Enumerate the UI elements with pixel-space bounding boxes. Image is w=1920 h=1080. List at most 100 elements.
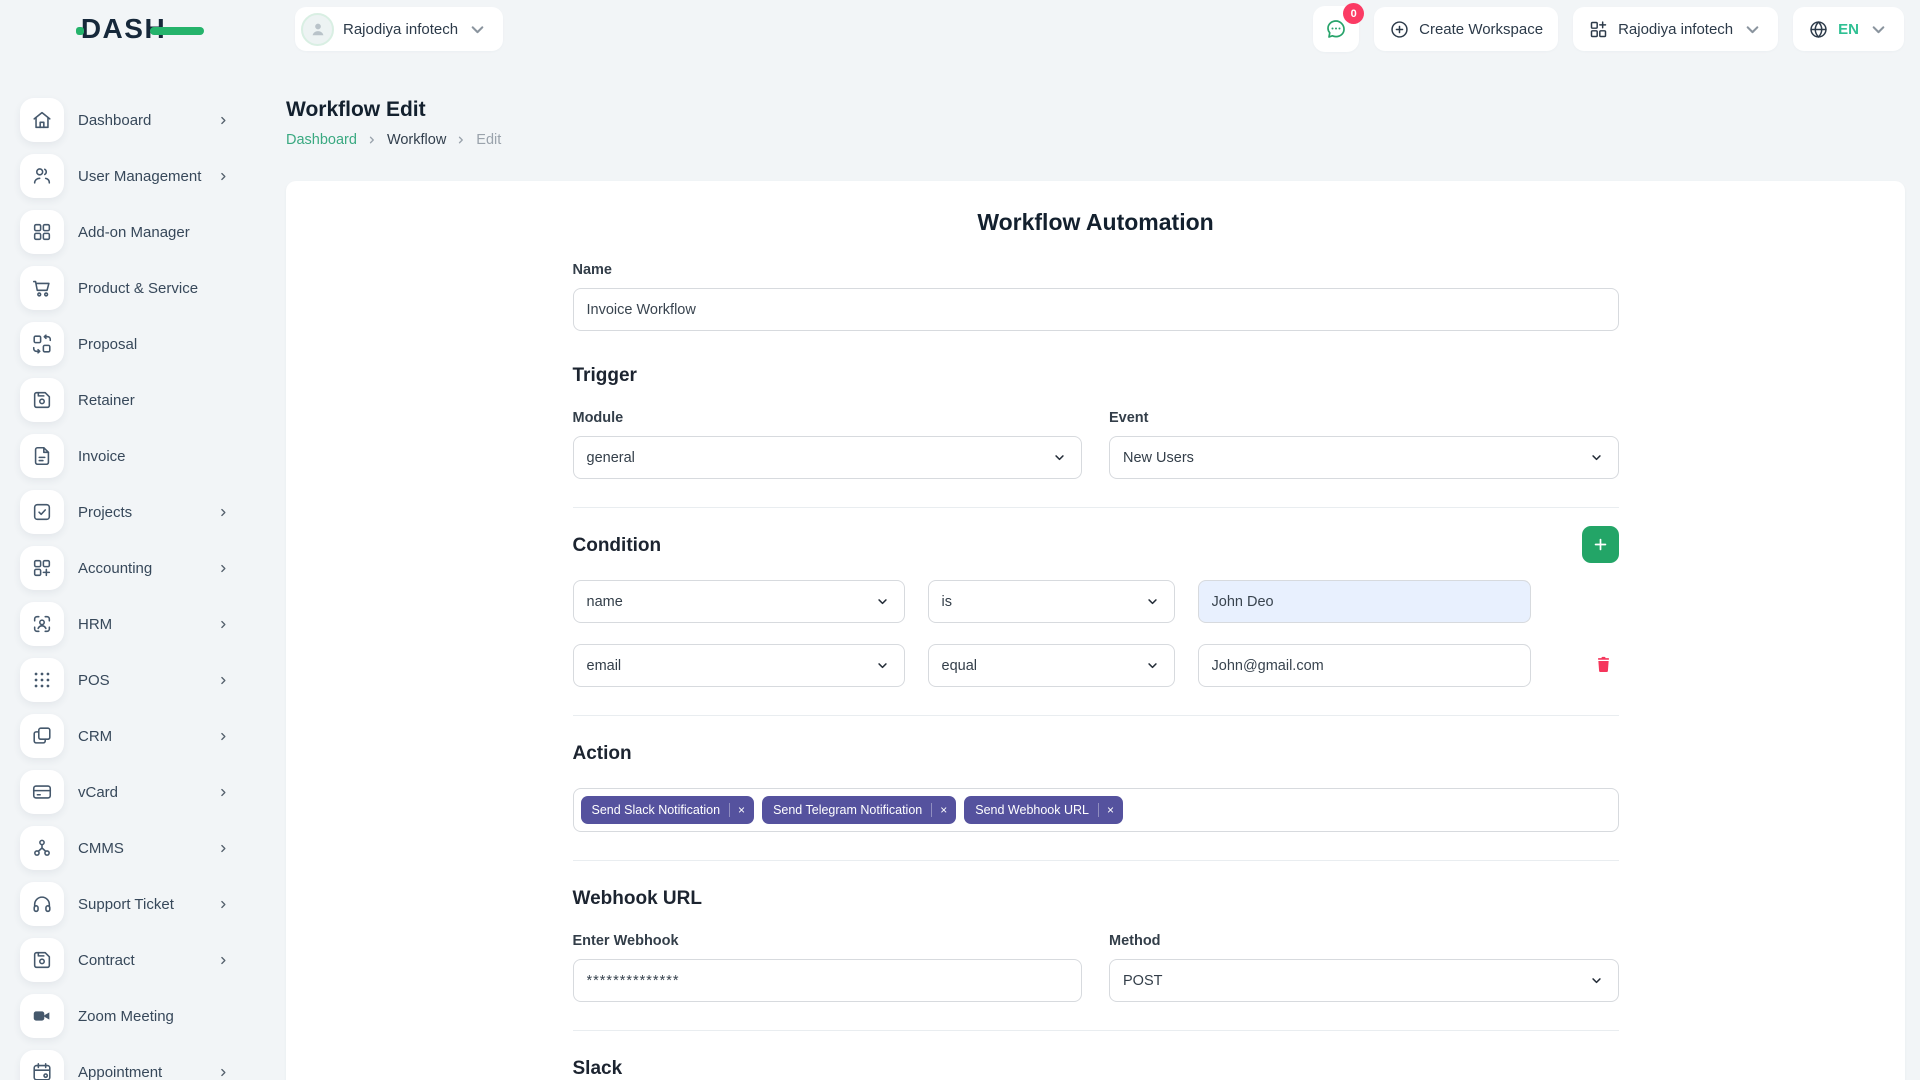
sidebar-item-support-ticket[interactable]: Support Ticket <box>20 882 230 926</box>
section-divider <box>573 860 1619 861</box>
condition-operator-select[interactable]: equal <box>928 644 1175 687</box>
method-label: Method <box>1109 933 1619 949</box>
chevron-down-icon <box>1052 450 1067 465</box>
condition-row: nameis <box>573 580 1619 623</box>
sidebar-item-label: Invoice <box>78 448 230 465</box>
layers-icon <box>31 725 53 747</box>
logo-dot <box>76 27 84 35</box>
sidebar-item-add-on-manager[interactable]: Add-on Manager <box>20 210 230 254</box>
trash-icon <box>1594 655 1613 674</box>
sidebar-item-appointment[interactable]: Appointment <box>20 1050 230 1080</box>
sidebar-item-crm[interactable]: CRM <box>20 714 230 758</box>
logo-dash-bar <box>150 27 204 35</box>
chevron-right-icon <box>217 170 230 183</box>
webhook-heading: Webhook URL <box>573 888 1619 910</box>
webhook-input[interactable] <box>573 959 1083 1002</box>
condition-operator-select[interactable]: is <box>928 580 1175 623</box>
condition-value-input[interactable] <box>1198 580 1531 623</box>
chevron-down-icon <box>1742 19 1763 40</box>
sidebar-icon-tile <box>20 658 64 702</box>
event-select-value: New Users <box>1123 450 1194 466</box>
condition-field-select[interactable]: name <box>573 580 905 623</box>
name-input[interactable] <box>573 288 1619 331</box>
sidebar-item-proposal[interactable]: Proposal <box>20 322 230 366</box>
slack-heading: Slack <box>573 1058 1619 1080</box>
workflow-card: Workflow Automation Name Trigger Module … <box>286 181 1905 1080</box>
module-select[interactable]: general <box>573 436 1083 479</box>
sidebar-item-label: Contract <box>78 952 203 969</box>
sidebar-item-invoice[interactable]: Invoice <box>20 434 230 478</box>
sidebar-icon-tile <box>20 266 64 310</box>
sidebar-item-label: POS <box>78 672 203 689</box>
language-selector[interactable]: EN <box>1793 7 1904 51</box>
sidebar-icon-tile <box>20 210 64 254</box>
sidebar-icon-tile <box>20 322 64 366</box>
method-select[interactable]: POST <box>1109 959 1619 1002</box>
company-menu-label: Rajodiya infotech <box>1618 21 1733 38</box>
chat-icon <box>1324 17 1348 41</box>
action-tag-label: Send Webhook URL <box>975 803 1089 817</box>
add-condition-button[interactable] <box>1582 526 1619 563</box>
condition-field-select[interactable]: email <box>573 644 905 687</box>
sidebar-icon-tile <box>20 826 64 870</box>
chevron-right-icon <box>455 134 467 146</box>
sidebar-item-dashboard[interactable]: Dashboard <box>20 98 230 142</box>
sidebar-item-product-service[interactable]: Product & Service <box>20 266 230 310</box>
sidebar-icon-tile <box>20 882 64 926</box>
calendar-icon <box>31 1061 53 1080</box>
breadcrumb-workflow: Workflow <box>387 132 446 148</box>
action-multiselect[interactable]: Send Slack Notification×Send Telegram No… <box>573 788 1619 832</box>
condition-value-input[interactable] <box>1198 644 1531 687</box>
chevron-right-icon <box>217 114 230 127</box>
headphones-icon <box>31 893 53 915</box>
sidebar-item-projects[interactable]: Projects <box>20 490 230 534</box>
sidebar-item-label: Dashboard <box>78 112 203 129</box>
header-actions: 0 Create Workspace Rajodiya infotech EN <box>1313 6 1904 52</box>
sidebar-icon-tile <box>20 994 64 1038</box>
grid-plus-icon <box>31 557 53 579</box>
remove-action-tag-button[interactable]: × <box>1098 803 1123 817</box>
swap-icon <box>31 333 53 355</box>
cart-icon <box>31 277 53 299</box>
module-select-value: general <box>587 450 635 466</box>
file-icon <box>31 445 53 467</box>
messages-button[interactable]: 0 <box>1313 6 1359 52</box>
sidebar: Dashboard User Management Add-on Manager Pr… <box>0 58 280 1080</box>
check-square-icon <box>31 501 53 523</box>
chevron-right-icon <box>217 674 230 687</box>
chevron-down-icon <box>875 594 890 609</box>
remove-action-tag-button[interactable]: × <box>931 803 956 817</box>
delete-condition-button[interactable] <box>1593 655 1615 677</box>
sidebar-item-zoom-meeting[interactable]: Zoom Meeting <box>20 994 230 1038</box>
action-tag-label: Send Slack Notification <box>592 803 721 817</box>
chevron-down-icon <box>467 19 488 40</box>
sidebar-item-accounting[interactable]: Accounting <box>20 546 230 590</box>
save-icon <box>31 949 53 971</box>
sidebar-item-label: Zoom Meeting <box>78 1008 230 1025</box>
workspace-selector[interactable]: Rajodiya infotech <box>295 7 503 51</box>
sidebar-item-contract[interactable]: Contract <box>20 938 230 982</box>
brand-logo[interactable]: DASH <box>0 13 280 45</box>
sidebar-item-label: Proposal <box>78 336 230 353</box>
breadcrumb-link-dashboard[interactable]: Dashboard <box>286 132 357 148</box>
sidebar-item-retainer[interactable]: Retainer <box>20 378 230 422</box>
remove-action-tag-button[interactable]: × <box>729 803 754 817</box>
sidebar-item-pos[interactable]: POS <box>20 658 230 702</box>
event-select[interactable]: New Users <box>1109 436 1619 479</box>
section-divider <box>573 715 1619 716</box>
condition-operator-value: equal <box>942 658 977 674</box>
breadcrumb: Dashboard Workflow Edit <box>286 132 1905 148</box>
sidebar-item-cmms[interactable]: CMMS <box>20 826 230 870</box>
create-workspace-button[interactable]: Create Workspace <box>1374 7 1558 51</box>
sidebar-item-user-management[interactable]: User Management <box>20 154 230 198</box>
sidebar-icon-tile <box>20 434 64 478</box>
sidebar-item-vcard[interactable]: vCard <box>20 770 230 814</box>
company-menu[interactable]: Rajodiya infotech <box>1573 7 1778 51</box>
sidebar-item-label: CRM <box>78 728 203 745</box>
condition-field-value: email <box>587 658 622 674</box>
event-label: Event <box>1109 410 1619 426</box>
chevron-right-icon <box>217 506 230 519</box>
trigger-heading: Trigger <box>573 365 1619 387</box>
action-tag: Send Webhook URL × <box>964 796 1123 824</box>
sidebar-item-hrm[interactable]: HRM <box>20 602 230 646</box>
